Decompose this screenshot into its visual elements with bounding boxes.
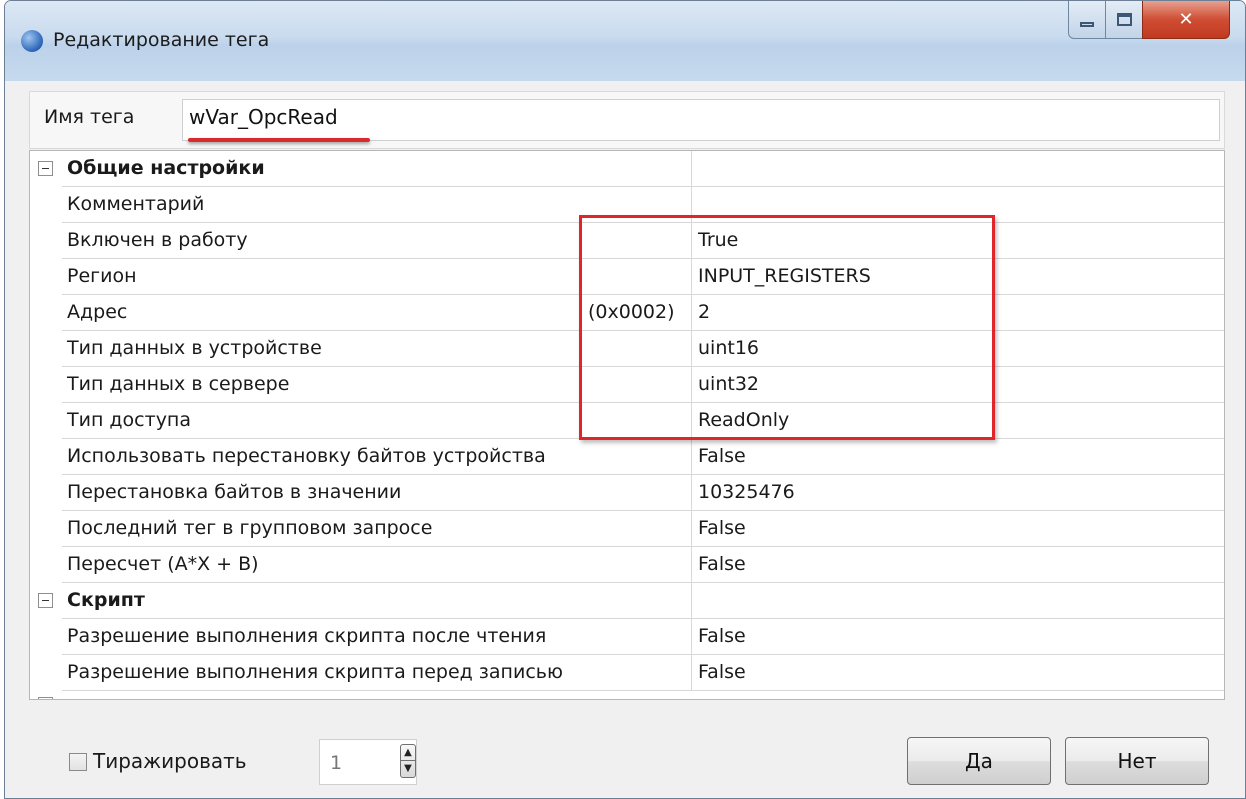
property-name[interactable]: Тип данных в устройстве: [62, 331, 692, 367]
property-value[interactable]: False: [692, 619, 1224, 655]
tag-name-panel: Имя тега wVar_OpcRead: [29, 91, 1225, 149]
title-bar[interactable]: Редактирование тега ✕: [5, 1, 1245, 81]
property-row[interactable]: Регион INPUT_REGISTERS: [30, 259, 1224, 295]
address-hex-note: (0x0002): [588, 301, 675, 323]
property-row[interactable]: Тип данных в сервере uint32: [30, 367, 1224, 403]
property-row[interactable]: Разрешение выполнения скрипта перед запи…: [30, 655, 1224, 691]
tag-name-label: Имя тега: [44, 106, 135, 128]
row-gutter: [30, 511, 62, 547]
property-value[interactable]: True: [692, 223, 1224, 259]
row-gutter: [30, 367, 62, 403]
property-value[interactable]: False: [692, 511, 1224, 547]
property-name[interactable]: Использовать перестановку байтов устройс…: [62, 439, 692, 475]
property-name[interactable]: Последний тег в групповом запросе: [62, 511, 692, 547]
tag-name-input[interactable]: wVar_OpcRead: [182, 99, 1220, 141]
spinner-buttons[interactable]: ▲ ▼: [400, 744, 416, 778]
collapse-icon[interactable]: [38, 161, 53, 176]
spin-down-icon[interactable]: ▼: [401, 761, 415, 777]
replicate-count-value[interactable]: 1: [330, 752, 342, 774]
property-row[interactable]: Тип данных в устройстве uint16: [30, 331, 1224, 367]
property-row[interactable]: Комментарий: [30, 187, 1224, 223]
replicate-count-spinner[interactable]: 1 ▲ ▼: [319, 739, 417, 785]
property-row[interactable]: Включен в работу True: [30, 223, 1224, 259]
spin-up-icon[interactable]: ▲: [401, 745, 415, 761]
row-gutter: [30, 151, 62, 187]
row-gutter: [30, 403, 62, 439]
row-gutter: [30, 547, 62, 583]
property-value[interactable]: False: [692, 547, 1224, 583]
row-gutter: [30, 619, 62, 655]
app-icon: [21, 30, 43, 52]
property-name[interactable]: Включен в работу: [62, 223, 692, 259]
row-gutter: [30, 187, 62, 223]
property-row[interactable]: Адрес (0x0002) 2: [30, 295, 1224, 331]
property-value[interactable]: 10325476: [692, 475, 1224, 511]
row-gutter: [30, 583, 62, 619]
row-gutter: [30, 331, 62, 367]
property-value[interactable]: False: [692, 439, 1224, 475]
property-value[interactable]: INPUT_REGISTERS: [692, 259, 1224, 295]
property-name[interactable]: Комментарий: [62, 187, 692, 223]
property-row[interactable]: Последний тег в групповом запросе False: [30, 511, 1224, 547]
row-gutter: [30, 223, 62, 259]
property-value[interactable]: 2: [692, 295, 1224, 331]
property-value[interactable]: uint32: [692, 367, 1224, 403]
property-row[interactable]: Разрешение выполнения скрипта после чтен…: [30, 619, 1224, 655]
collapse-icon[interactable]: [38, 697, 53, 699]
replicate-label[interactable]: Тиражировать: [93, 749, 247, 773]
maximize-button[interactable]: [1105, 1, 1143, 39]
maximize-icon: [1116, 13, 1132, 26]
row-gutter: [30, 439, 62, 475]
dialog-footer: Тиражировать 1 ▲ ▼ Да Нет: [5, 701, 1245, 798]
minimize-icon: [1080, 22, 1094, 27]
row-gutter: [30, 475, 62, 511]
row-gutter: [30, 295, 62, 331]
property-name[interactable]: Общие настройки: [62, 151, 692, 187]
replicate-checkbox[interactable]: [69, 753, 87, 771]
close-button[interactable]: ✕: [1142, 1, 1230, 39]
property-name[interactable]: Регион: [62, 259, 692, 295]
property-row[interactable]: Пересчет (A*X + B) False: [30, 547, 1224, 583]
property-value[interactable]: [692, 583, 1224, 619]
property-value[interactable]: False: [692, 655, 1224, 691]
tag-edit-dialog: Редактирование тега ✕ Имя тега wVar_OpcR…: [4, 0, 1246, 799]
property-value[interactable]: uint16: [692, 331, 1224, 367]
property-name[interactable]: Перестановка байтов в значении: [62, 475, 692, 511]
red-underline-annotation: [188, 138, 370, 142]
property-name[interactable]: Разрешение выполнения скрипта перед запи…: [62, 655, 692, 691]
collapse-icon[interactable]: [38, 593, 53, 608]
property-value[interactable]: [692, 187, 1224, 223]
minimize-button[interactable]: [1068, 1, 1106, 39]
dialog-body: Имя тега wVar_OpcRead Общие настройки Ком…: [5, 81, 1245, 798]
no-button[interactable]: Нет: [1065, 737, 1209, 785]
yes-button[interactable]: Да: [907, 737, 1051, 785]
row-gutter: [30, 259, 62, 295]
property-name[interactable]: Тип данных в сервере: [62, 367, 692, 403]
property-value[interactable]: [692, 151, 1224, 187]
property-value[interactable]: ReadOnly: [692, 403, 1224, 439]
property-name[interactable]: Пересчет (A*X + B): [62, 547, 692, 583]
property-name[interactable]: Разрешение выполнения скрипта после чтен…: [62, 619, 692, 655]
property-row[interactable]: Перестановка байтов в значении 10325476: [30, 475, 1224, 511]
property-category-row[interactable]: Скрипт: [30, 583, 1224, 619]
property-row[interactable]: Использовать перестановку байтов устройс…: [30, 439, 1224, 475]
property-grid: Общие настройки Комментарий Включен в рабо…: [29, 150, 1225, 700]
property-row[interactable]: Тип доступа ReadOnly: [30, 403, 1224, 439]
property-name[interactable]: Скрипт: [62, 583, 692, 619]
window-title: Редактирование тега: [53, 29, 270, 51]
row-gutter: [30, 655, 62, 691]
close-icon: ✕: [1178, 9, 1194, 30]
property-category-row[interactable]: Общие настройки: [30, 151, 1224, 187]
property-name[interactable]: Тип доступа: [62, 403, 692, 439]
